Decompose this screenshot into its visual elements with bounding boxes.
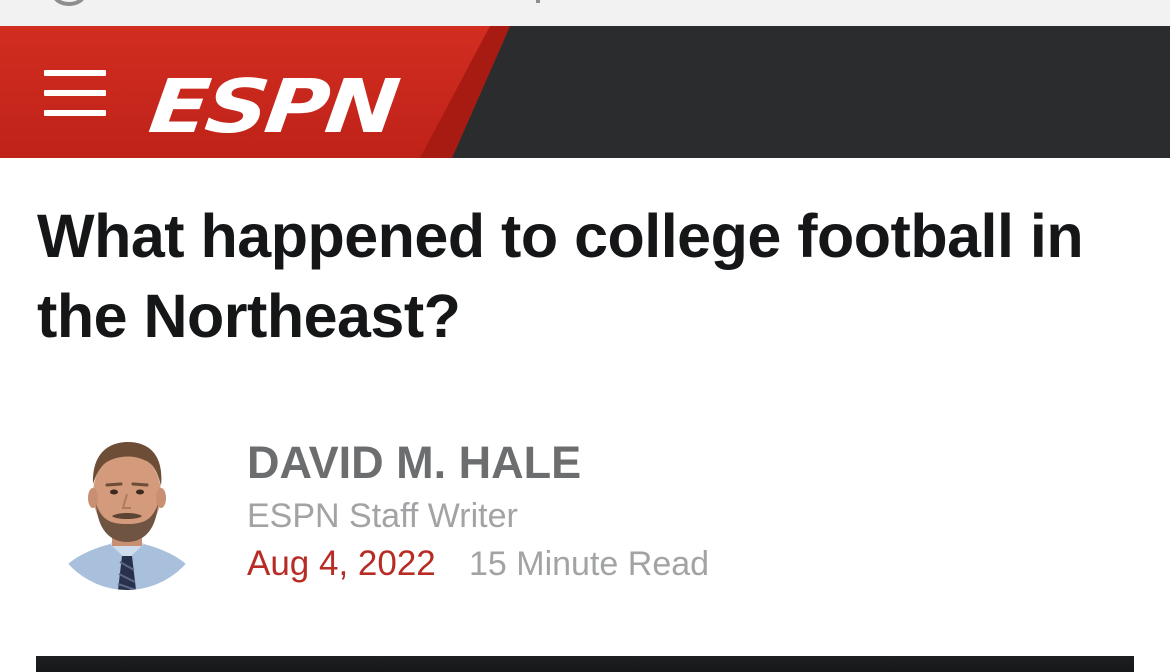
status-indicator-icon	[52, 0, 86, 6]
article-headline: What happened to college football in the…	[37, 202, 1084, 350]
author-name[interactable]: DAVID M. HALE	[247, 437, 581, 489]
menu-bar	[44, 70, 106, 76]
author-photo[interactable]	[48, 432, 206, 590]
hamburger-menu-icon[interactable]	[44, 70, 106, 116]
espn-logo-text: ESPN	[144, 64, 401, 150]
menu-bar	[44, 110, 106, 116]
author-role: ESPN Staff Writer	[247, 497, 518, 535]
read-time: 15 Minute Read	[469, 545, 710, 583]
site-header: ESPN	[0, 26, 1170, 158]
hero-image	[36, 656, 1134, 672]
status-tick-mark	[536, 0, 540, 3]
publish-date: Aug 4, 2022	[247, 544, 436, 583]
espn-logo[interactable]: ESPN	[145, 59, 401, 155]
browser-status-strip	[0, 0, 1170, 27]
menu-bar	[44, 90, 106, 96]
